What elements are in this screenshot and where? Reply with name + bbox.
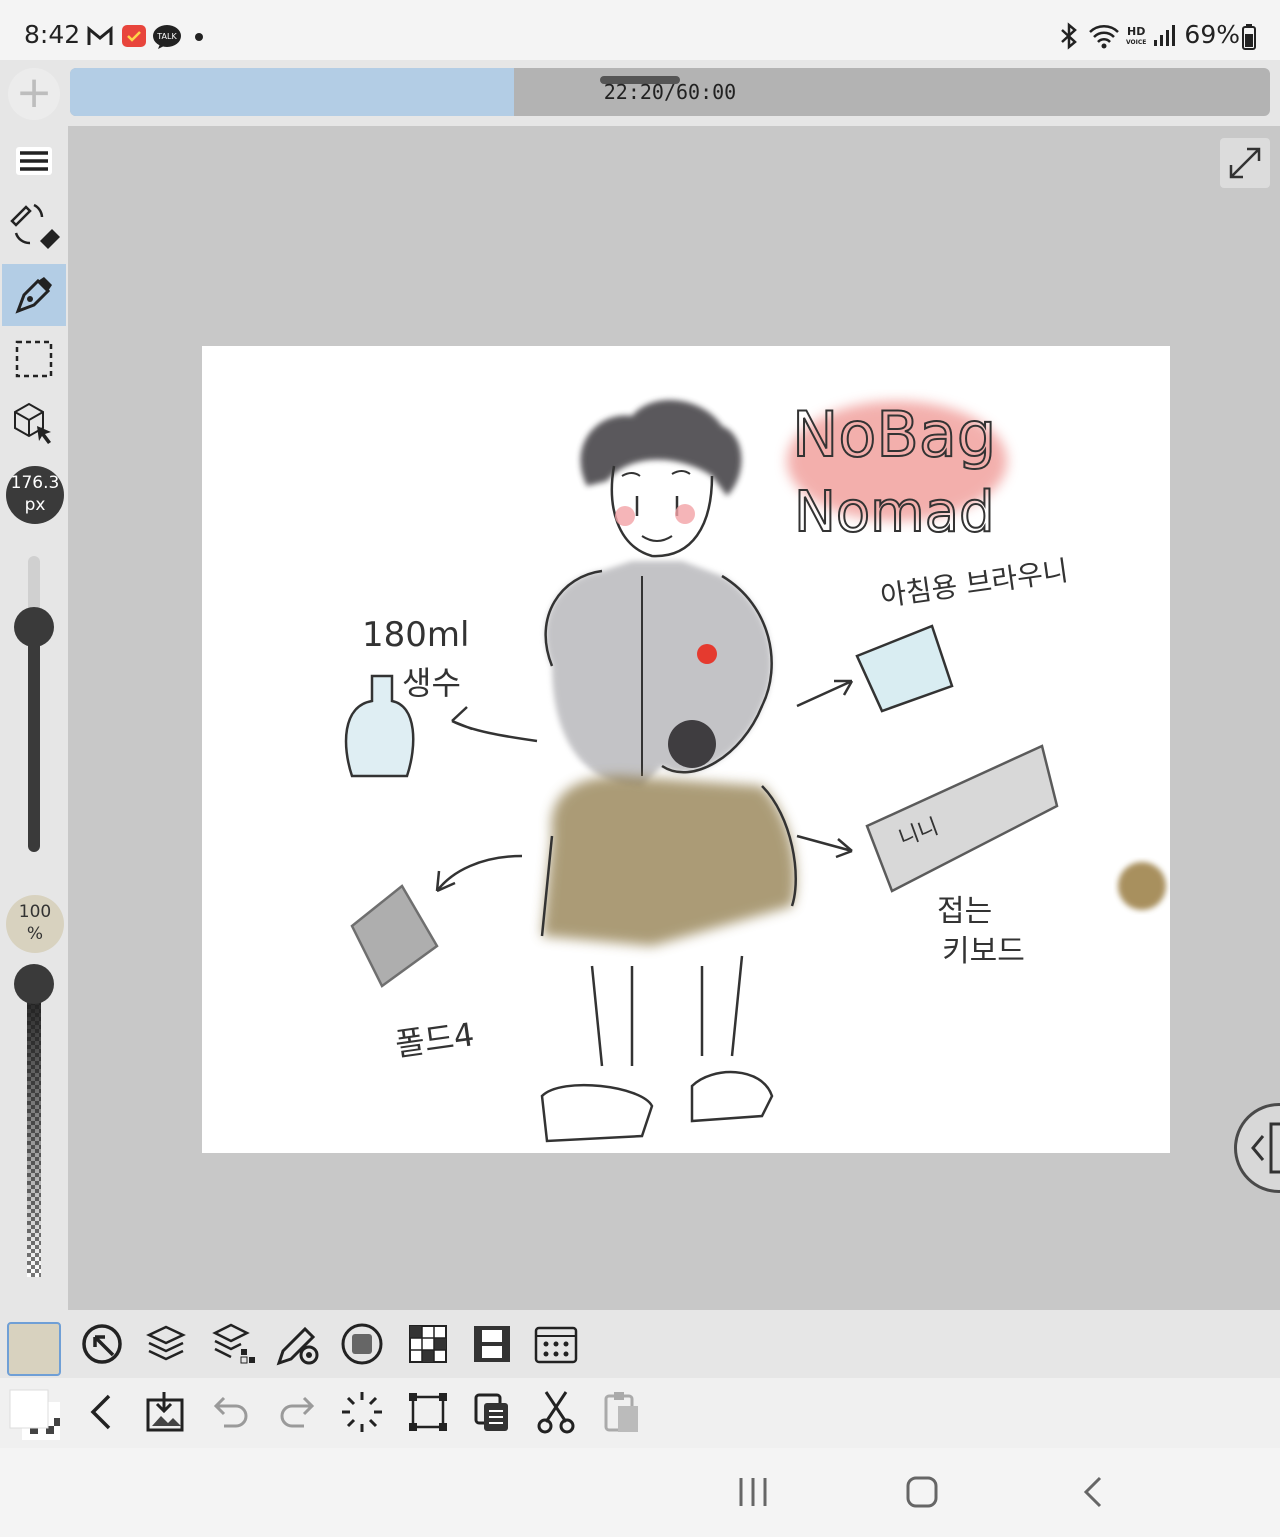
pen-eraser-toggle-icon[interactable] (2, 196, 66, 258)
svg-text:TALK: TALK (156, 32, 177, 41)
bottom-toolbar-primary (0, 1310, 1280, 1378)
undo-icon[interactable] (206, 1378, 258, 1446)
menu-icon[interactable] (2, 130, 66, 192)
dot-indicator (195, 33, 203, 41)
material-icon[interactable] (336, 1310, 388, 1378)
color-swap-swatch[interactable] (8, 1388, 62, 1442)
calendar-app-icon (120, 22, 148, 50)
transform-icon[interactable] (402, 1378, 454, 1446)
artwork-drawing: NoBag Nomad 180ml 생수 아침용 브라우니 니니 접는 키보드 … (344, 397, 1166, 1143)
brush-settings-icon[interactable] (272, 1310, 324, 1378)
gmail-icon (86, 22, 114, 50)
transform-3d-icon[interactable] (2, 392, 66, 454)
signal-icon (1152, 22, 1176, 50)
title-line1: NoBag (792, 398, 996, 471)
cut-icon[interactable] (530, 1378, 582, 1446)
battery-percent: 69% (1184, 20, 1240, 49)
primary-color-swatch[interactable] (7, 1322, 61, 1376)
bluetooth-icon (1058, 22, 1080, 50)
label-keyboard2: 키보드 (942, 934, 1025, 969)
pen-tool-icon[interactable] (2, 264, 66, 326)
shorts (542, 776, 796, 946)
arrow-water (451, 706, 538, 743)
brown-dot (1118, 862, 1166, 910)
opacity-unit: % (26, 924, 44, 944)
grid-icon[interactable] (402, 1310, 454, 1378)
wifi-icon (1088, 22, 1120, 50)
label-water: 180ml (362, 615, 469, 655)
brush-size-value: 176.3 (10, 473, 60, 493)
opacity-value: 100 (18, 902, 52, 922)
opacity-knob[interactable] (14, 964, 54, 1004)
status-time: 8:42 (24, 20, 81, 49)
fold-phone (350, 884, 439, 988)
brush-size-badge[interactable]: 176.3 px (6, 466, 64, 524)
redo-icon[interactable] (270, 1378, 322, 1446)
arrow-keyboard (796, 834, 853, 859)
side-panel-toggle[interactable] (1234, 1103, 1280, 1193)
save-icon[interactable] (140, 1378, 192, 1446)
opacity-slider[interactable] (27, 985, 41, 1277)
label-phone: 폴드4 (393, 1015, 477, 1064)
recent-apps-icon[interactable] (728, 1470, 778, 1516)
selection-rect-icon[interactable] (2, 328, 66, 390)
paste-icon[interactable] (596, 1378, 648, 1446)
brush-size-knob[interactable] (14, 607, 54, 647)
arrow-brownie (796, 679, 854, 708)
home-icon[interactable] (896, 1470, 948, 1516)
layer-properties-icon[interactable] (208, 1310, 260, 1378)
fullscreen-button[interactable] (1220, 138, 1270, 188)
layers-icon[interactable] (140, 1310, 192, 1378)
folding-keyboard (865, 744, 1059, 893)
title-line2: Nomad (794, 480, 995, 545)
timeline-label: 22:20/60:00 (603, 80, 737, 104)
back-nav-icon[interactable] (1068, 1470, 1118, 1516)
label-water2: 생수 (402, 664, 461, 702)
hd-label: HD (1127, 25, 1146, 38)
voice-label: VOICE (1126, 39, 1147, 46)
copy-icon[interactable] (466, 1378, 518, 1446)
brownie-box (855, 624, 954, 713)
label-keyboard1: 접는 (937, 894, 992, 929)
left-shoe (540, 1083, 654, 1143)
battery-icon (1242, 24, 1256, 50)
right-shoe (690, 1070, 774, 1123)
filmstrip-icon[interactable] (466, 1310, 518, 1378)
back-icon[interactable] (76, 1378, 128, 1446)
artboard[interactable]: NoBag Nomad 180ml 생수 아침용 브라우니 니니 접는 키보드 … (202, 346, 1170, 1153)
hoodie (545, 561, 772, 786)
bottom-toolbar-secondary (0, 1378, 1280, 1448)
brush-size-slider[interactable] (28, 556, 40, 852)
calendar-grid-icon[interactable] (530, 1310, 582, 1378)
quick-access-icon[interactable] (76, 1310, 128, 1378)
label-brownie: 아침용 브라우니 (878, 554, 1070, 613)
system-nav-bar (0, 1448, 1280, 1537)
kakaotalk-icon: TALK (152, 24, 182, 52)
opacity-badge[interactable]: 100 % (6, 895, 64, 953)
brush-size-unit: px (24, 495, 46, 515)
loading-spinner-icon[interactable] (336, 1378, 388, 1446)
arrow-phone (435, 854, 523, 893)
hair (580, 399, 742, 496)
